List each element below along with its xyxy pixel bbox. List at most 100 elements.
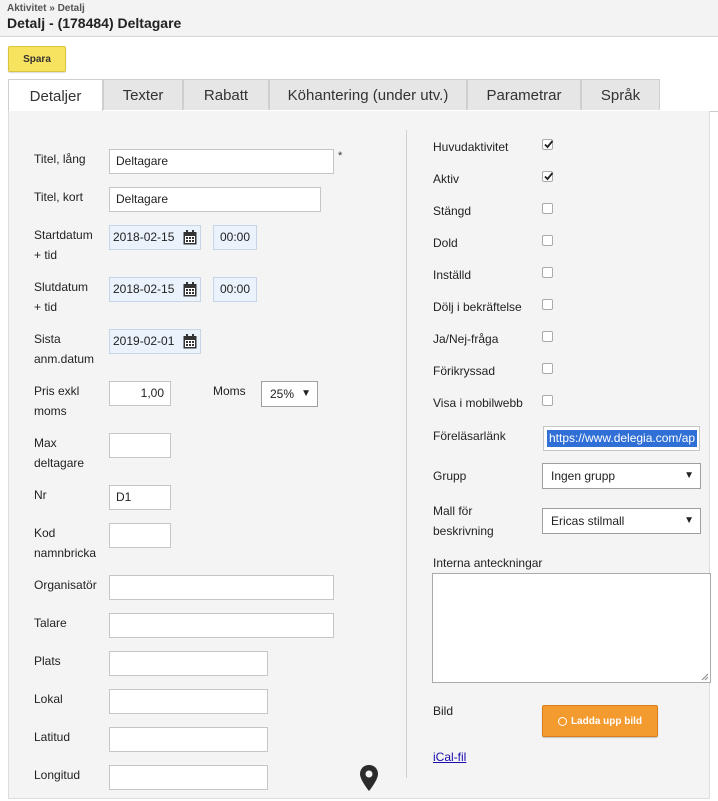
checkbox-hidden[interactable] [542,235,553,246]
option-label-active: Aktiv [433,172,460,186]
tab-kohantering[interactable]: Köhantering (under utv.) [269,79,467,110]
price-label-2: moms [34,404,67,418]
vat-label: Moms [213,384,246,398]
title-short-label: Titel, kort [34,190,83,204]
badge-code-input[interactable] [109,523,171,548]
max-participants-label-2: deltagare [34,456,85,470]
lecturer-link-input[interactable]: https://www.delegia.com/ap [543,426,700,451]
tab-rabatt[interactable]: Rabatt [183,79,269,110]
checkbox-active[interactable] [542,171,554,182]
required-mark: * [338,150,343,162]
venue-input[interactable] [109,689,268,714]
end-time-input[interactable]: 00:00 [213,277,257,302]
map-pin-icon[interactable] [359,765,379,791]
start-date-label: Startdatum [34,228,93,242]
lecturer-link-label: Föreläsarlänk [433,429,506,443]
checkbox-closed[interactable] [542,203,553,214]
upload-image-button[interactable]: Ladda upp bild [542,705,658,737]
nr-label: Nr [34,488,47,502]
longitude-input[interactable] [109,765,268,790]
checkbox-hide-confirmation[interactable] [542,299,553,310]
option-label-cancelled: Inställd [433,268,472,282]
price-label: Pris exkl [34,384,80,398]
ical-file-link[interactable]: iCal-fil [433,750,466,764]
price-input[interactable]: 1,00 [109,381,171,406]
last-registration-value: 2019-02-01 [113,334,175,348]
calendar-icon[interactable] [183,282,197,297]
option-label-mobile: Visa i mobilwebb [433,396,523,410]
end-date-label: Slutdatum [34,280,89,294]
title-short-input[interactable]: Deltagare [109,187,321,212]
page-title: Detalj - (178484) Deltagare [7,15,182,31]
group-value: Ingen grupp [551,469,616,483]
end-date-value: 2018-02-15 [113,282,175,296]
template-value: Ericas stilmall [551,514,625,528]
lecturer-link-value: https://www.delegia.com/ap [547,430,698,447]
checkbox-mobile[interactable] [542,395,553,406]
latitude-input[interactable] [109,727,268,752]
start-time-input[interactable]: 00:00 [213,225,257,250]
template-select[interactable]: Ericas stilmall ▼ [542,508,701,534]
notes-textarea[interactable] [432,573,711,683]
title-long-label: Titel, lång [34,152,86,166]
vat-select[interactable]: 25% ▼ [261,381,318,407]
calendar-icon[interactable] [183,230,197,245]
start-date-value: 2018-02-15 [113,230,175,244]
chevron-down-icon: ▼ [301,388,311,399]
max-participants-input[interactable] [109,433,171,458]
last-registration-input[interactable]: 2019-02-01 [109,329,201,354]
resize-grip-icon[interactable] [701,673,709,681]
end-time-label: + tid [34,300,58,314]
checkbox-prechecked[interactable] [542,363,553,374]
latitude-label: Latitud [34,730,71,744]
speaker-label: Talare [34,616,67,630]
notes-label: Interna anteckningar [433,556,543,570]
checkbox-cancelled[interactable] [542,267,553,278]
template-label-2: beskrivning [433,524,494,538]
last-registration-label: Sista [34,332,61,346]
upload-image-label: Ladda upp bild [570,715,643,727]
place-input[interactable] [109,651,268,676]
tab-bar: Detaljer Texter Rabatt Köhantering (unde… [8,79,718,112]
group-label: Grupp [433,469,467,483]
place-label: Plats [34,654,61,668]
end-date-input[interactable]: 2018-02-15 [109,277,201,302]
chevron-down-icon: ▼ [684,470,694,481]
save-button[interactable]: Spara [8,46,66,72]
checkbox-yes-no[interactable] [542,331,553,342]
checkbox-main-activity[interactable] [542,139,554,150]
option-label-hidden: Dold [433,236,458,250]
title-long-input[interactable]: Deltagare [109,149,334,174]
nr-input[interactable]: D1 [109,485,171,510]
badge-code-label: Kod [34,526,56,540]
option-label-prechecked: Förikryssad [433,364,496,378]
group-select[interactable]: Ingen grupp ▼ [542,463,701,489]
option-label-yes-no: Ja/Nej-fråga [433,332,499,346]
image-label: Bild [433,704,454,718]
tab-sprak[interactable]: Språk [581,79,660,110]
start-time-label: + tid [34,248,58,262]
organizer-input[interactable] [109,575,334,600]
breadcrumb[interactable]: Aktivitet » Detalj [7,3,85,14]
vat-value: 25% [270,387,295,401]
option-label-closed: Stängd [433,204,472,218]
option-label-hide-confirmation: Dölj i bekräftelse [433,300,522,314]
template-label: Mall för [433,504,473,518]
chevron-down-icon: ▼ [684,515,694,526]
calendar-icon[interactable] [183,334,197,349]
page-header: Aktivitet » Detalj Detalj - (178484) Del… [0,0,718,37]
start-date-input[interactable]: 2018-02-15 [109,225,201,250]
longitude-label: Longitud [34,768,81,782]
tab-parametrar[interactable]: Parametrar [467,79,581,110]
tab-texter[interactable]: Texter [103,79,183,110]
upload-icon [557,716,567,726]
speaker-input[interactable] [109,613,334,638]
organizer-label: Organisatör [34,578,97,592]
venue-label: Lokal [34,692,63,706]
column-divider [406,130,407,778]
last-registration-label-2: anm.datum [34,352,95,366]
tab-detaljer[interactable]: Detaljer [8,79,103,112]
option-label-main-activity: Huvudaktivitet [433,140,509,154]
max-participants-label: Max [34,436,57,450]
badge-code-label-2: namnbricka [34,546,97,560]
